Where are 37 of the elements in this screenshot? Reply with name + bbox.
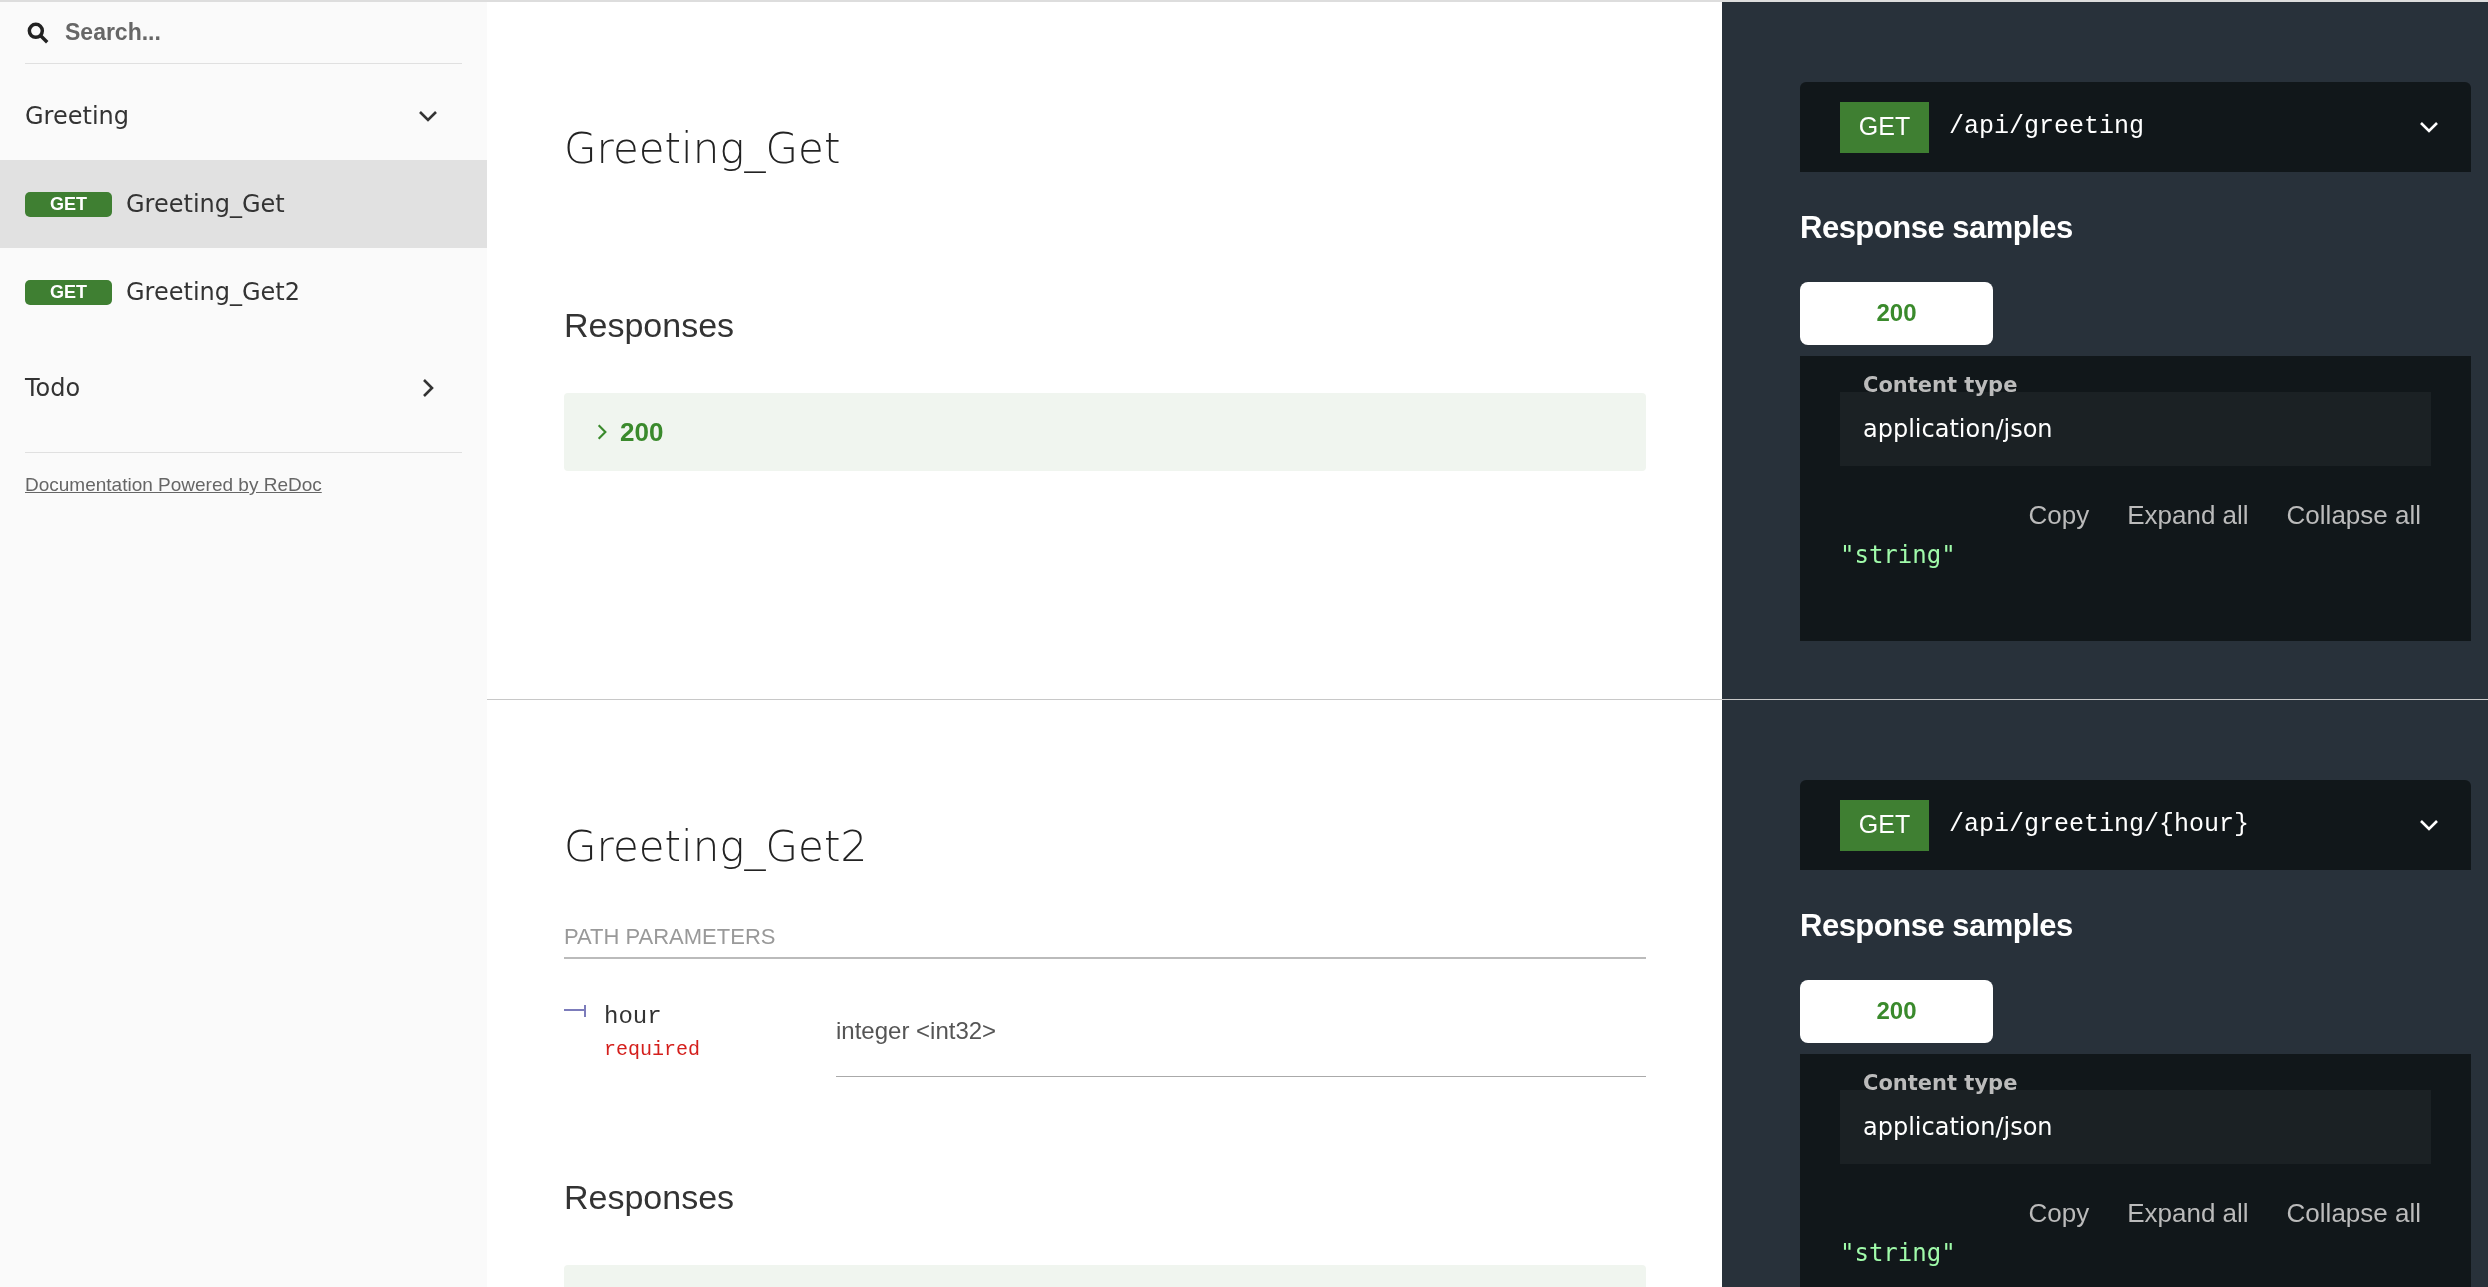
parameters-heading: PATH PARAMETERS [564, 920, 1646, 959]
responses-heading: Responses [564, 305, 736, 346]
method-badge: GET [25, 279, 112, 305]
method-badge: GET [25, 191, 112, 217]
sample-value: "string" [1840, 539, 1957, 571]
sample-action-button[interactable]: Collapse all [2286, 495, 2421, 535]
parameter-name: hour [604, 1002, 663, 1032]
method-badge: GET [1840, 101, 1929, 153]
method-badge: GET [1840, 799, 1929, 851]
sidebar-item[interactable]: GET Greeting_Get [0, 160, 487, 248]
responses-heading: Responses [564, 1177, 736, 1218]
status-tab[interactable]: 200 [1800, 979, 1993, 1043]
required-label: required [604, 1037, 700, 1063]
sample-action-button[interactable]: Copy [2028, 495, 2090, 535]
response-row[interactable]: 200 [564, 393, 1646, 471]
parameter-type: integer <int32> [836, 1017, 997, 1044]
sample-value: "string" [1840, 1237, 1957, 1269]
operation-title: Greeting_Get2 [564, 821, 869, 873]
endpoint-bar[interactable]: GET /api/greeting [1800, 82, 2471, 172]
sample-action-button[interactable]: Copy [2028, 1193, 2090, 1233]
endpoint-path: /api/greeting/{hour} [1949, 809, 2251, 842]
sidebar-group[interactable]: Todo [0, 344, 487, 432]
sample-action-button[interactable]: Expand all [2127, 495, 2249, 535]
powered-by-link[interactable]: Documentation Powered by ReDoc [25, 474, 322, 495]
sidebar-item-label: Greeting_Get [126, 189, 285, 220]
samples-heading: Response samples [1800, 907, 2074, 945]
sidebar-group[interactable]: Greeting [0, 72, 487, 160]
search-field[interactable]: Search... [65, 15, 462, 50]
endpoint-path: /api/greeting [1949, 111, 2146, 144]
sample-action-button[interactable]: Collapse all [2286, 1193, 2421, 1233]
samples-heading: Response samples [1800, 209, 2074, 247]
sample-action-button[interactable]: Expand all [2127, 1193, 2249, 1233]
endpoint-bar[interactable]: GET /api/greeting/{hour} [1800, 780, 2471, 870]
status-tab[interactable]: 200 [1800, 281, 1993, 345]
operation-title: Greeting_Get [564, 123, 842, 175]
sidebar-item[interactable]: GET Greeting_Get2 [0, 248, 487, 336]
sidebar-item-label: Greeting_Get2 [126, 277, 301, 308]
